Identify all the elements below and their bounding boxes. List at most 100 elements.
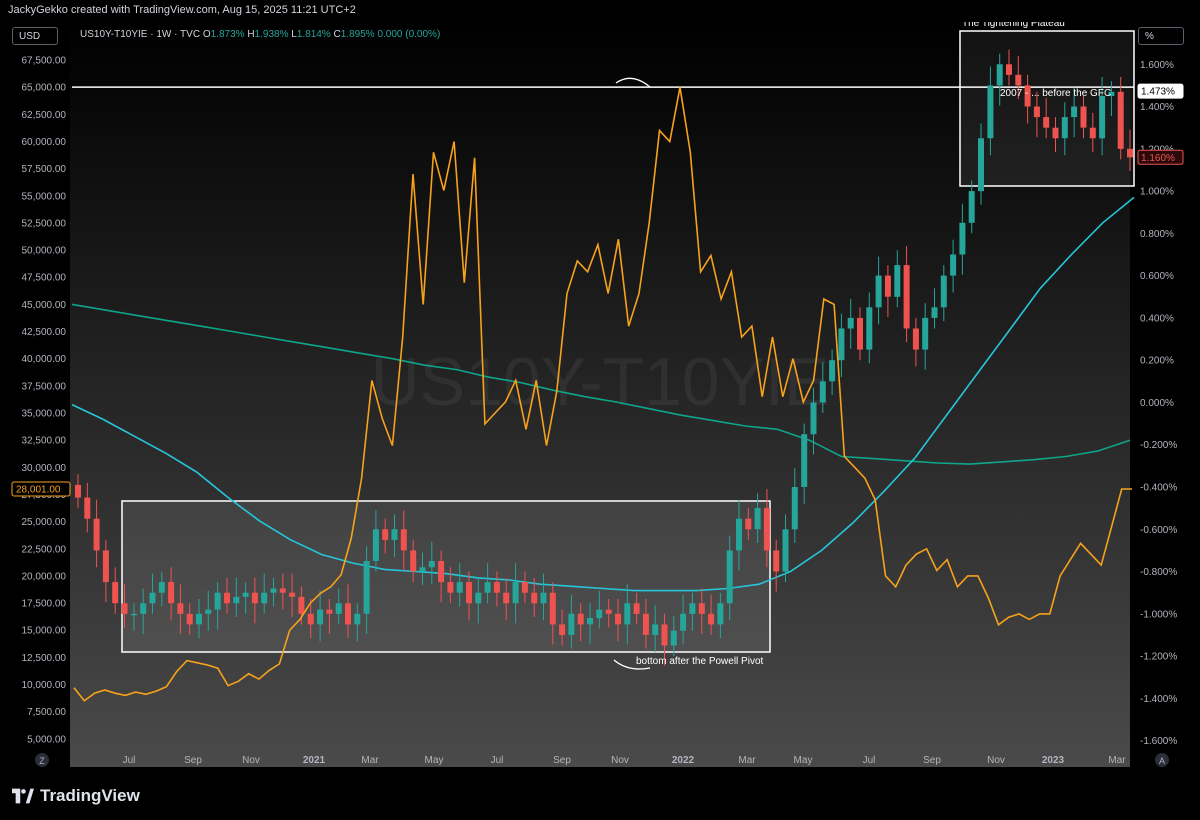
- left-axis-tick: 50,000.00: [22, 246, 67, 257]
- candle-body: [317, 609, 324, 625]
- left-axis-tick: 30,000.00: [22, 463, 67, 474]
- candle-body: [1043, 117, 1050, 128]
- left-axis-tick: 15,000.00: [22, 626, 67, 637]
- candle-body: [75, 484, 81, 498]
- candle-body: [177, 603, 184, 614]
- chart-svg[interactable]: US10Y-T10YIE The Tightening Plateau2007 …: [0, 22, 1200, 772]
- left-axis-tick: 22,500.00: [22, 544, 67, 555]
- attribution-bar: JackyGekko created with TradingView.com,…: [0, 0, 1200, 22]
- candle-body: [1033, 106, 1040, 118]
- candle-body: [475, 592, 482, 604]
- candle-body: [912, 328, 919, 350]
- candle-body: [410, 550, 417, 572]
- candle-body: [633, 603, 640, 614]
- chart-area[interactable]: US10Y-T10YIE The Tightening Plateau 2007 …: [0, 22, 1200, 772]
- candle-body: [950, 254, 957, 276]
- x-axis-tick: Mar: [738, 755, 756, 766]
- candle-body: [978, 138, 984, 192]
- left-axis-tick: 67,500.00: [22, 56, 67, 67]
- right-axis-tick: 0.800%: [1140, 229, 1174, 240]
- left-axis-tick: 55,000.00: [22, 191, 67, 202]
- candle-body: [559, 624, 566, 635]
- candle-body: [1052, 127, 1059, 139]
- candle-body: [512, 582, 519, 604]
- auto-scale-icon-glyph: A: [1159, 756, 1165, 766]
- right-axis-tick: 0.200%: [1140, 356, 1174, 367]
- candle-body: [875, 275, 882, 308]
- candle-body: [84, 497, 91, 519]
- candle-body: [847, 317, 854, 329]
- left-axis-tick: 10,000.00: [22, 680, 67, 691]
- annotation-gfc: 2007 - ... before the GFC: [1000, 88, 1111, 99]
- right-axis-tick: 0.000%: [1140, 398, 1174, 409]
- legend-c-label: C: [333, 29, 341, 40]
- right-axis-tick: -1.200%: [1140, 652, 1177, 663]
- candle-body: [987, 85, 994, 139]
- candle-body: [819, 381, 826, 403]
- candle-body: [726, 550, 733, 604]
- annotation-tightening-plateau: The Tightening Plateau: [962, 22, 1065, 29]
- candle-body: [754, 508, 761, 530]
- candle-body: [307, 613, 314, 625]
- candle-body: [801, 434, 808, 487]
- left-axis-tick: 37,500.00: [22, 381, 67, 392]
- candle-body: [791, 487, 798, 530]
- candle-body: [605, 609, 612, 614]
- candle-body: [810, 402, 817, 435]
- candle-body: [1006, 64, 1012, 75]
- left-axis-tick: 62,500.00: [22, 110, 67, 121]
- candle-body: [624, 603, 631, 625]
- right-axis-tick: -0.800%: [1140, 567, 1177, 578]
- legend-o-label: O: [202, 29, 211, 40]
- left-axis-tick: 52,500.00: [22, 218, 67, 229]
- left-axis-tick: 42,500.00: [22, 327, 67, 338]
- right-axis-tick: -1.600%: [1140, 736, 1177, 747]
- candle-body: [363, 561, 370, 614]
- legend-o-value: 1.873%: [210, 29, 245, 40]
- right-axis-tick: -1.400%: [1140, 694, 1177, 705]
- candle-body: [1127, 148, 1133, 158]
- left-axis-tick: 47,500.00: [22, 273, 67, 284]
- candle-body: [168, 582, 175, 604]
- candle-body: [903, 265, 910, 329]
- x-axis-tick: Mar: [361, 755, 379, 766]
- candle-body: [224, 592, 230, 604]
- x-axis-tick: Sep: [553, 755, 571, 766]
- candle-body: [661, 624, 668, 646]
- candle-body: [466, 582, 472, 604]
- x-axis-tick: Sep: [184, 755, 202, 766]
- right-axis-tick: 0.600%: [1140, 271, 1174, 282]
- candle-body: [884, 275, 891, 297]
- candle-body: [121, 603, 128, 614]
- candle-body: [456, 582, 463, 593]
- right-axis-tick: 1.400%: [1140, 102, 1174, 113]
- candle-body: [428, 561, 435, 568]
- currency-scale-button[interactable]: USD: [12, 27, 58, 45]
- candle-body: [345, 603, 351, 625]
- right-axis-tick: -0.600%: [1140, 525, 1177, 536]
- brand-name: TradingView: [40, 786, 140, 805]
- candle-body: [419, 567, 426, 572]
- candle-body: [829, 360, 836, 382]
- right-axis-tick: 0.400%: [1140, 313, 1174, 324]
- candle-body: [587, 618, 593, 625]
- timezone-icon-glyph: Z: [39, 756, 45, 766]
- candle-body: [251, 592, 258, 604]
- candle-body: [698, 603, 705, 614]
- candle-body: [549, 592, 556, 625]
- candle-body: [372, 529, 379, 561]
- x-axis-tick: Nov: [611, 755, 629, 766]
- candle-body: [214, 592, 221, 610]
- candle-body: [782, 529, 789, 572]
- candle-body: [1117, 91, 1124, 149]
- candle-body: [130, 613, 137, 616]
- candle-body: [158, 582, 165, 593]
- candle-body: [438, 561, 445, 583]
- candle-body: [959, 222, 966, 255]
- percent-scale-button[interactable]: %: [1138, 27, 1184, 45]
- candle-body: [1015, 74, 1022, 86]
- x-axis-tick: Jul: [123, 755, 136, 766]
- left-axis-tick: 17,500.00: [22, 599, 67, 610]
- candle-body: [242, 592, 249, 597]
- candle-body: [503, 592, 510, 604]
